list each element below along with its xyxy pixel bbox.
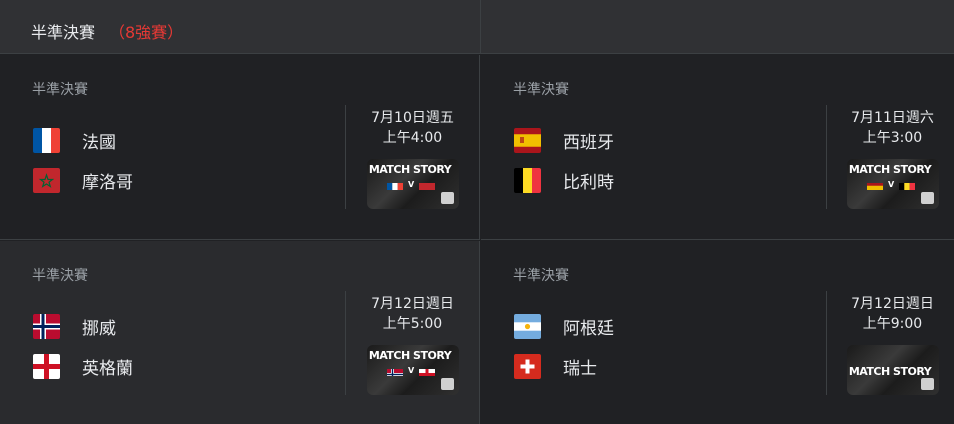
team-away[interactable]: 摩洛哥	[33, 167, 133, 193]
match-time: 上午5:00	[382, 316, 443, 332]
team-home[interactable]: 挪威	[33, 313, 116, 339]
match-stage: 半準決賽	[513, 82, 569, 98]
match-card-argentina-switzerland[interactable]: 半準決賽 阿根廷 瑞士 7月12日週日 上午9:00 MATCH STORY	[481, 241, 954, 424]
france-flag-icon	[387, 179, 403, 190]
header-divider	[480, 0, 481, 54]
match-date: 7月12日週日	[371, 296, 454, 312]
vs-label: V	[408, 180, 415, 189]
match-card-spain-belgium[interactable]: 半準決賽 西班牙 比利時 7月11日週六 上午3:00 MATCH STORY …	[481, 55, 954, 240]
spain-flag-icon	[514, 127, 541, 153]
belgium-flag-icon	[514, 167, 541, 193]
team-name: 瑞士	[563, 358, 597, 379]
thumbnail-flags: V	[867, 179, 916, 190]
match-time: 上午9:00	[862, 316, 923, 332]
team-name: 比利時	[563, 172, 614, 193]
match-datetime: 7月12日週日 上午9:00	[826, 294, 954, 334]
video-icon	[441, 192, 454, 204]
match-time: 上午4:00	[382, 130, 443, 146]
match-card-norway-england[interactable]: 半準決賽 挪威 英格蘭 7月12日週日 上午5:00 MATCH STORY V	[0, 241, 480, 424]
match-time: 上午3:00	[862, 130, 923, 146]
england-flag-icon	[419, 365, 436, 376]
video-icon	[921, 192, 934, 204]
norway-flag-icon	[387, 365, 403, 376]
norway-flag-icon	[33, 313, 60, 339]
section-subtitle: （8強賽）	[109, 23, 184, 42]
thumbnail-label: MATCH STORY	[368, 349, 452, 362]
team-name: 摩洛哥	[82, 172, 133, 193]
team-away[interactable]: 瑞士	[514, 353, 597, 379]
spain-flag-icon	[867, 179, 883, 190]
video-icon	[921, 378, 934, 390]
team-name: 西班牙	[563, 132, 614, 153]
team-name: 英格蘭	[82, 358, 133, 379]
team-home[interactable]: 阿根廷	[514, 313, 614, 339]
match-datetime: 7月11日週六 上午3:00	[826, 108, 954, 148]
team-name: 阿根廷	[563, 318, 614, 339]
thumbnail-flags: V	[387, 365, 436, 376]
team-name: 挪威	[82, 318, 116, 339]
team-away[interactable]: 英格蘭	[33, 353, 133, 379]
match-date: 7月11日週六	[851, 110, 934, 126]
switzerland-flag-icon	[514, 353, 541, 379]
vs-label: V	[888, 180, 895, 189]
match-story-thumbnail[interactable]: MATCH STORY	[847, 345, 939, 395]
match-datetime: 7月10日週五 上午4:00	[346, 108, 479, 148]
england-flag-icon	[33, 353, 60, 379]
team-away[interactable]: 比利時	[514, 167, 614, 193]
section-title: 半準決賽	[31, 23, 96, 42]
team-home[interactable]: 法國	[33, 127, 116, 153]
thumbnail-label: MATCH STORY	[848, 163, 932, 176]
match-story-thumbnail[interactable]: MATCH STORY V	[367, 345, 459, 395]
argentina-flag-icon	[514, 313, 541, 339]
match-card-france-morocco[interactable]: 半準決賽 法國 摩洛哥 7月10日週五 上午4:00 MATCH STORY V	[0, 55, 480, 240]
match-story-thumbnail[interactable]: MATCH STORY V	[367, 159, 459, 209]
france-flag-icon	[33, 127, 60, 153]
section-header: 半準決賽 （8強賽）	[0, 0, 954, 54]
match-date: 7月10日週五	[371, 110, 454, 126]
match-stage: 半準決賽	[513, 268, 569, 284]
video-icon	[441, 378, 454, 390]
team-name: 法國	[82, 132, 116, 153]
match-story-thumbnail[interactable]: MATCH STORY V	[847, 159, 939, 209]
morocco-flag-icon	[33, 167, 60, 193]
match-date: 7月12日週日	[851, 296, 934, 312]
thumbnail-label: MATCH STORY	[848, 365, 932, 378]
thumbnail-flags: V	[387, 179, 436, 190]
morocco-flag-icon	[419, 179, 436, 190]
match-stage: 半準決賽	[32, 82, 88, 98]
team-home[interactable]: 西班牙	[514, 127, 614, 153]
thumbnail-label: MATCH STORY	[368, 163, 452, 176]
match-stage: 半準決賽	[32, 268, 88, 284]
match-datetime: 7月12日週日 上午5:00	[346, 294, 479, 334]
belgium-flag-icon	[899, 179, 916, 190]
vs-label: V	[408, 366, 415, 375]
